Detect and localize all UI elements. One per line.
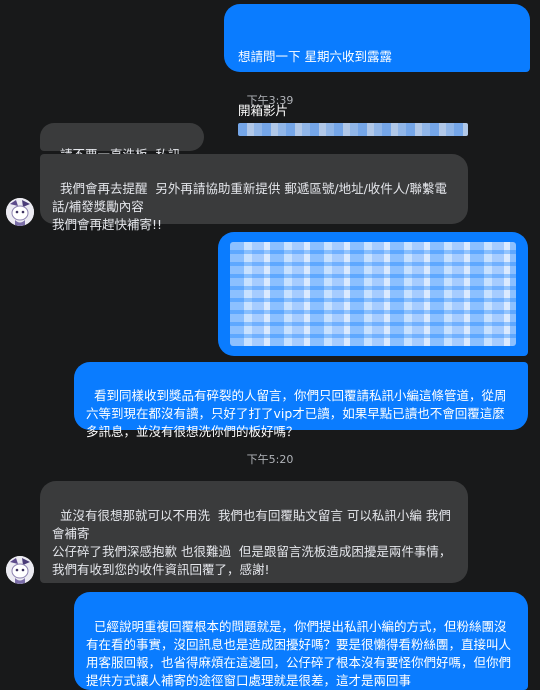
contact-avatar[interactable] — [6, 198, 34, 226]
message-text: 並沒有很想那就可以不用洗 我們也有回覆貼文留言 可以私訊小編 我們會補寄 公仔碎… — [52, 508, 452, 577]
message-text: 看到同樣收到獎品有碎裂的人留言，你們只回覆請私訊小編這條管道，從周六等到現在都沒… — [86, 388, 507, 439]
redacted-content — [230, 242, 516, 346]
avatar-image-icon — [6, 198, 34, 226]
incoming-message[interactable]: 並沒有很想那就可以不用洗 我們也有回覆貼文留言 可以私訊小編 我們會補寄 公仔碎… — [40, 481, 468, 583]
message-text: 我們會再去提醒 另外再請協助重新提供 郵遞區號/地址/收件人/聯繫電話/補發獎勵… — [52, 181, 448, 232]
timestamp: 下午5:20 — [246, 453, 294, 466]
message-text: 已經說明重複回覆根本的問題就是，你們提出私訊小編的方式，但粉絲團沒有在看的事實，… — [86, 619, 512, 688]
outgoing-redacted-message[interactable] — [218, 232, 528, 356]
timestamp: 下午3:39 — [246, 94, 294, 107]
contact-avatar[interactable] — [6, 556, 34, 584]
outgoing-message[interactable]: 已經說明重複回覆根本的問題就是，你們提出私訊小編的方式，但粉絲團沒有在看的事實，… — [74, 592, 528, 690]
outgoing-message[interactable]: 看到同樣收到獎品有碎裂的人留言，你們只回覆請私訊小編這條管道，從周六等到現在都沒… — [74, 362, 528, 439]
outgoing-message[interactable]: 想請問一下 星期六收到露露 開箱影片 有破損請問會補寄嗎 謝謝 — [224, 4, 530, 190]
message-line: 想請問一下 星期六收到露露 — [238, 49, 392, 64]
incoming-message[interactable]: 我們會再去提醒 另外再請協助重新提供 郵遞區號/地址/收件人/聯繫電話/補發獎勵… — [40, 154, 468, 232]
incoming-message[interactable]: 請不要一直洗板 私訊喔 — [40, 123, 204, 180]
redacted-link — [238, 123, 468, 136]
avatar-image-icon — [6, 556, 34, 584]
